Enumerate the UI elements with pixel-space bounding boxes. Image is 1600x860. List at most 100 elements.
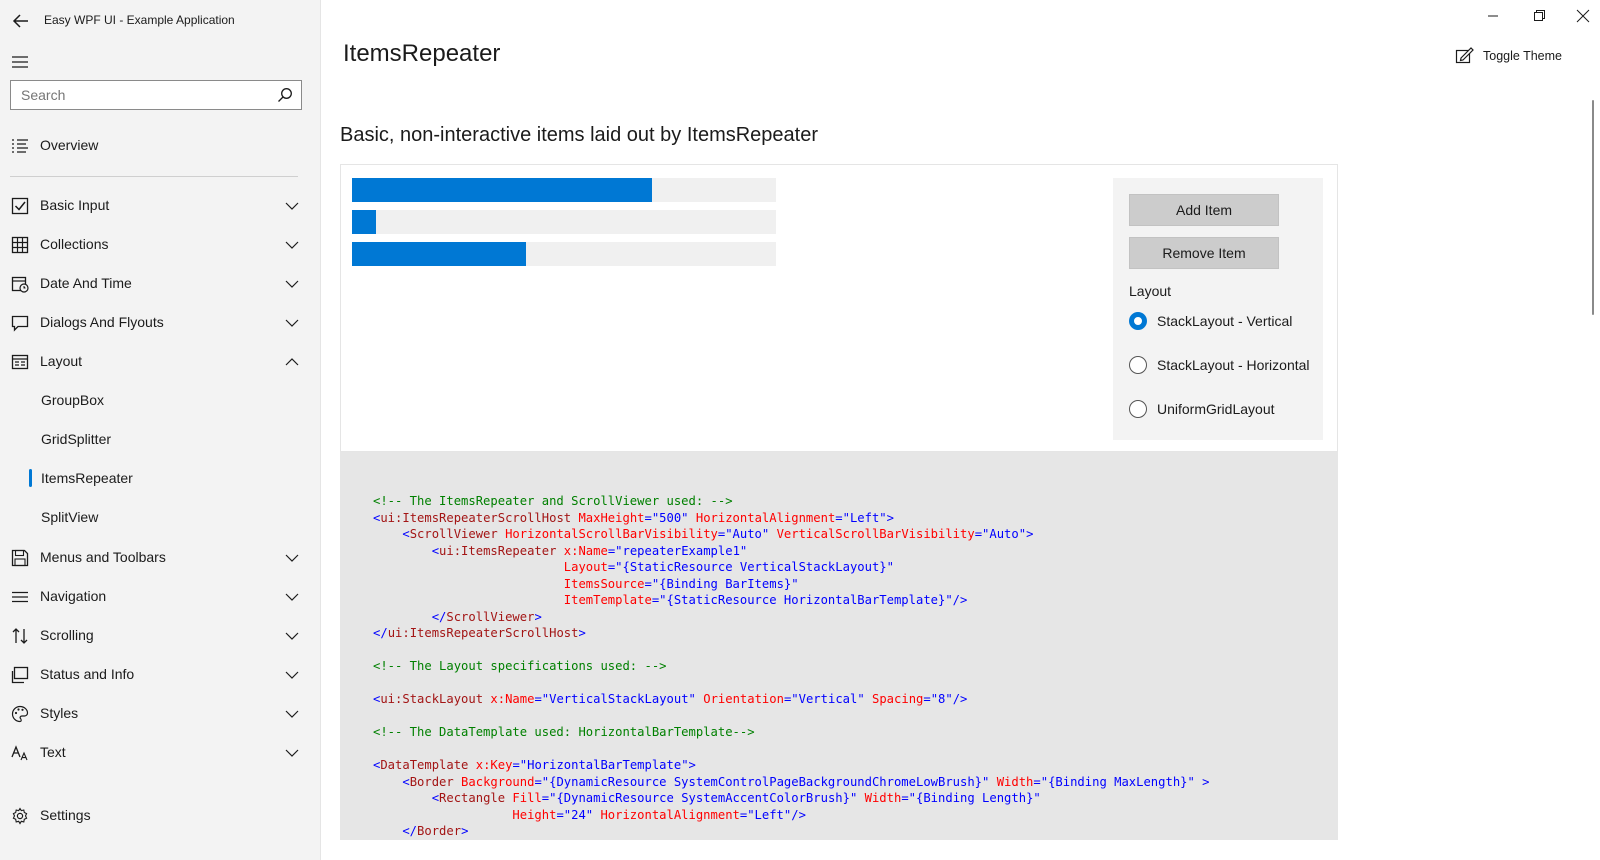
sidebar-item-label: Collections bbox=[40, 236, 109, 252]
sidebar-item-splitview[interactable]: SplitView bbox=[0, 498, 318, 536]
code-line: <ui:ItemsRepeater x:Name="repeaterExampl… bbox=[373, 543, 748, 558]
radio-stacklayout-vertical[interactable]: StackLayout - Vertical bbox=[1129, 309, 1292, 333]
sidebar-item-settings[interactable]: Settings bbox=[0, 796, 318, 834]
code-token: Border bbox=[417, 824, 462, 838]
sidebar-item-label: Styles bbox=[40, 705, 79, 721]
code-token: Layout bbox=[373, 560, 608, 574]
chevron-down-icon[interactable] bbox=[285, 316, 299, 330]
sidebar-divider bbox=[10, 176, 298, 177]
sidebar-item-status-and-info[interactable]: Status and Info bbox=[0, 655, 318, 693]
sidebar-item-navigation[interactable]: Navigation bbox=[0, 577, 318, 615]
chevron-down-icon[interactable] bbox=[285, 277, 299, 291]
code-line: </ScrollViewer> bbox=[373, 610, 542, 624]
palette-icon bbox=[11, 705, 29, 723]
chevron-down-icon[interactable] bbox=[285, 629, 299, 643]
code-token: ItemsSource bbox=[373, 576, 645, 591]
code-token: ="24" bbox=[556, 807, 594, 822]
sidebar-item-gridsplitter[interactable]: GridSplitter bbox=[0, 420, 318, 458]
chat-bubble-icon bbox=[11, 315, 29, 332]
calendar-clock-icon bbox=[11, 276, 29, 293]
example-title: Basic, non-interactive items laid out by… bbox=[340, 124, 818, 146]
code-token: ScrollViewer bbox=[409, 527, 498, 541]
chevron-down-icon[interactable] bbox=[285, 668, 299, 682]
toggle-theme-button[interactable]: Toggle Theme bbox=[1455, 45, 1562, 67]
chevron-down-icon[interactable] bbox=[285, 199, 299, 213]
sidebar-item-dialogs-and-flyouts[interactable]: Dialogs And Flyouts bbox=[0, 303, 318, 341]
sidebar-item-label: Basic Input bbox=[40, 197, 110, 213]
code-token: ="{Binding BarItems}" bbox=[644, 576, 799, 591]
code-token: Width bbox=[857, 791, 902, 805]
sidebar-item-label: Settings bbox=[40, 807, 91, 823]
sidebar-item-groupbox[interactable]: GroupBox bbox=[0, 381, 318, 419]
chevron-down-icon[interactable] bbox=[285, 707, 299, 721]
sidebar-item-label: Scrolling bbox=[40, 627, 94, 643]
sidebar-item-basic-input[interactable]: Basic Input bbox=[0, 186, 318, 224]
code-token: ="{StaticResource VerticalStackLayout}" bbox=[607, 560, 894, 574]
toggle-theme-label: Toggle Theme bbox=[1483, 49, 1562, 63]
code-token: ="HorizontalBarTemplate"> bbox=[512, 758, 696, 772]
remove-item-button[interactable]: Remove Item bbox=[1129, 237, 1279, 269]
chevron-down-icon[interactable] bbox=[285, 551, 299, 565]
chevron-down-icon[interactable] bbox=[285, 590, 299, 604]
code-line: <ui:ItemsRepeaterScrollHost MaxHeight="5… bbox=[373, 511, 894, 525]
radio-stacklayout-horizontal[interactable]: StackLayout - Horizontal bbox=[1129, 353, 1310, 377]
checkbox-icon bbox=[11, 197, 29, 215]
add-item-button[interactable]: Add Item bbox=[1129, 194, 1279, 226]
search-input[interactable] bbox=[11, 81, 281, 109]
radio-label: StackLayout - Horizontal bbox=[1157, 357, 1310, 373]
sidebar-item-layout[interactable]: Layout bbox=[0, 342, 318, 380]
code-token: ="Auto" bbox=[717, 527, 770, 541]
radio-circle[interactable] bbox=[1129, 356, 1147, 374]
close-icon[interactable] bbox=[1568, 4, 1598, 28]
sidebar-item-styles[interactable]: Styles bbox=[0, 694, 318, 732]
bar-fill bbox=[352, 178, 652, 202]
hamburger-menu-icon[interactable] bbox=[12, 54, 30, 70]
code-token: ="VerticalStackLayout" bbox=[534, 692, 696, 706]
code-token: </ bbox=[373, 609, 447, 624]
code-token: Orientation bbox=[695, 692, 784, 706]
list-icon bbox=[12, 139, 28, 153]
search-box[interactable] bbox=[10, 80, 302, 110]
code-line: <ui:StackLayout x:Name="VerticalStackLay… bbox=[373, 692, 967, 706]
sidebar-item-itemsrepeater[interactable]: ItemsRepeater bbox=[0, 459, 318, 497]
code-token: <!-- The Layout specifications used: --> bbox=[373, 659, 667, 673]
xaml-code: <!-- The ItemsRepeater and ScrollViewer … bbox=[373, 493, 1210, 840]
code-line: <!-- The DataTemplate used: HorizontalBa… bbox=[373, 725, 755, 739]
sidebar-item-label: GroupBox bbox=[41, 392, 105, 408]
page-scrollbar[interactable] bbox=[1592, 100, 1594, 315]
code-line: <Border Background="{DynamicResource Sys… bbox=[373, 774, 1209, 789]
code-token: < bbox=[373, 543, 440, 558]
sidebar-item-label: Navigation bbox=[40, 588, 107, 604]
menu-lines-icon bbox=[12, 591, 28, 603]
radio-circle[interactable] bbox=[1129, 312, 1147, 330]
status-window-icon bbox=[11, 666, 29, 684]
sidebar-item-date-and-time[interactable]: Date And Time bbox=[0, 264, 318, 302]
sidebar-item-text[interactable]: Text bbox=[0, 733, 318, 771]
code-token: HorizontalAlignment bbox=[688, 510, 836, 525]
minimize-icon[interactable] bbox=[1478, 4, 1508, 28]
scroll-arrows-icon bbox=[12, 628, 28, 644]
sidebar-item-overview[interactable]: Overview bbox=[0, 126, 318, 164]
chevron-down-icon[interactable] bbox=[285, 238, 299, 252]
code-token: ="Vertical" bbox=[783, 692, 865, 706]
sidebar-item-scrolling[interactable]: Scrolling bbox=[0, 616, 318, 654]
code-token: Spacing bbox=[864, 692, 924, 706]
chevron-down-icon[interactable] bbox=[285, 746, 299, 760]
code-token: MaxHeight bbox=[571, 510, 645, 525]
search-icon[interactable] bbox=[277, 87, 293, 103]
sidebar-item-collections[interactable]: Collections bbox=[0, 225, 318, 263]
layout-label: Layout bbox=[1129, 283, 1172, 299]
code-line: ItemTemplate="{StaticResource Horizontal… bbox=[373, 593, 968, 607]
radio-circle[interactable] bbox=[1129, 400, 1147, 418]
restore-icon[interactable] bbox=[1524, 4, 1554, 28]
code-token: Background bbox=[453, 774, 535, 789]
code-token: ="500" bbox=[644, 510, 689, 525]
code-line: </ui:ItemsRepeaterScrollHost> bbox=[373, 626, 586, 640]
radio-uniformgridlayout[interactable]: UniformGridLayout bbox=[1129, 397, 1275, 421]
code-token: ItemTemplate bbox=[373, 593, 652, 607]
sidebar-item-menus-and-toolbars[interactable]: Menus and Toolbars bbox=[0, 538, 318, 576]
code-token: Height bbox=[373, 807, 557, 822]
back-arrow-icon[interactable] bbox=[10, 10, 32, 32]
code-token: > bbox=[534, 609, 542, 624]
chevron-up-icon[interactable] bbox=[285, 355, 299, 369]
